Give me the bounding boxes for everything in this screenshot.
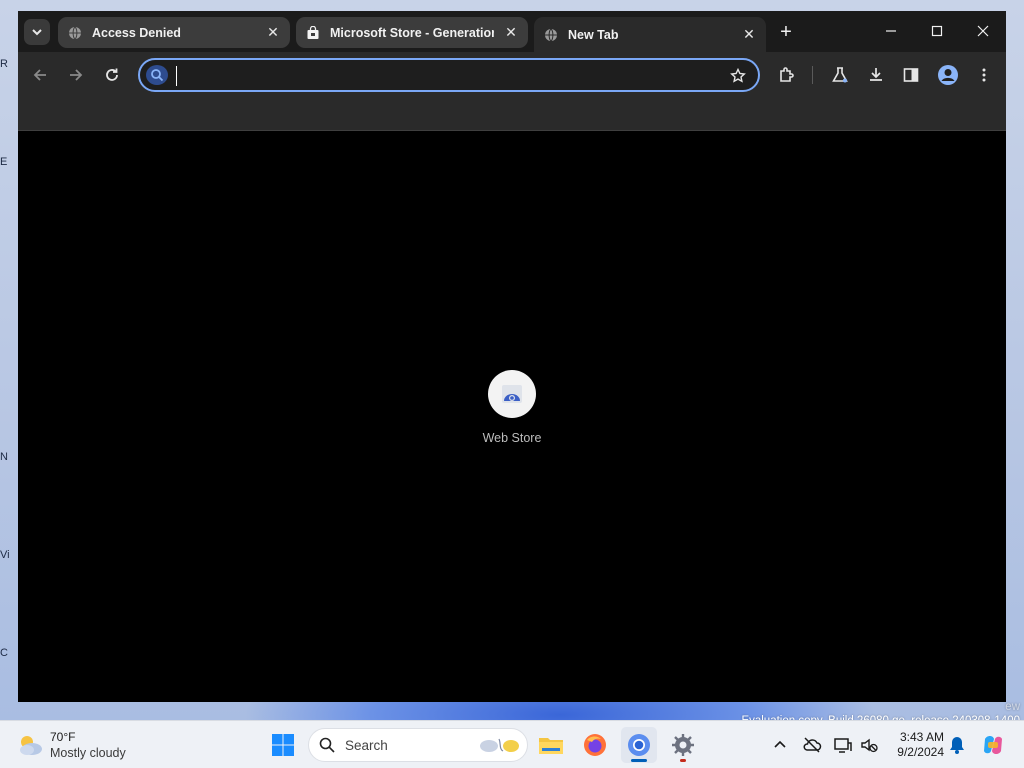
taskbar-firefox[interactable] [577,727,613,763]
store-bag-icon [306,25,320,40]
maximize-button[interactable] [914,15,960,47]
shortcut-web-store[interactable]: Web Store [464,370,560,460]
tab-microsoft-store[interactable]: Microsoft Store - Generation P ✕ [296,17,528,48]
tab-title: New Tab [568,27,619,42]
avatar-icon [938,65,958,85]
chevron-up-icon [774,740,786,748]
side-panel-icon [903,68,919,82]
web-store-icon [488,370,536,418]
text-caret [176,66,177,86]
close-icon [977,25,989,37]
cloudy-icon [20,736,42,755]
desktop-icon-label[interactable]: Vi [0,549,18,569]
browser-toolbar [18,52,1006,96]
search-highlight-icon [480,738,519,752]
bell-icon [950,737,964,754]
download-icon [870,68,882,81]
copilot-icon [984,736,1002,754]
tab-new-tab[interactable]: New Tab ✕ [534,17,766,52]
weather-widget[interactable]: 70°F Mostly cloudy [16,728,166,762]
taskbar-search[interactable]: Search [308,728,528,762]
desktop-icon-label[interactable]: R [0,58,18,78]
cloud-offline-icon [803,737,822,753]
forward-button[interactable] [63,62,89,88]
firefox-icon [584,734,606,756]
close-tab-button[interactable]: ✕ [500,22,522,44]
flask-icon [832,67,848,83]
profile-button[interactable] [935,62,961,88]
tab-title: Microsoft Store - Generation P [330,25,494,40]
bookmark-star-button[interactable] [728,66,748,86]
start-button[interactable] [265,727,301,763]
file-explorer-icon [539,738,563,754]
settings-icon [672,734,694,756]
shortcut-label: Web Store [482,431,542,445]
search-label: Search [345,737,388,753]
globe-icon [544,28,558,42]
globe-icon [68,26,82,40]
network-icon [834,738,852,753]
toolbar-divider [812,66,813,84]
address-bar[interactable] [138,58,760,92]
taskbar-settings[interactable] [665,727,701,763]
arrow-left-icon [33,69,46,81]
tab-strip: Access Denied ✕ Microsoft Store - Genera… [18,11,1006,52]
active-app-indicator [631,759,647,762]
puzzle-icon [780,67,794,82]
notifications-button[interactable] [946,734,968,756]
bookmarks-bar [18,96,1006,131]
close-tab-button[interactable]: ✕ [262,22,284,44]
minimize-icon [886,30,896,32]
reload-button[interactable] [99,62,125,88]
clock-date: 9/2/2024 [897,745,944,759]
new-tab-page: Web Store [18,132,1006,702]
copilot-button[interactable] [980,732,1006,758]
volume-button[interactable] [858,734,880,756]
reload-icon [106,68,118,81]
side-panel-button[interactable] [898,62,924,88]
weather-temperature: 70°F [50,729,76,744]
back-button[interactable] [27,62,53,88]
tab-access-denied[interactable]: Access Denied ✕ [58,17,290,48]
watermark-line-1: ew [1005,701,1020,713]
labs-button[interactable] [827,62,853,88]
close-window-button[interactable] [960,15,1006,47]
minimize-button[interactable] [868,15,914,47]
clock-time: 3:43 AM [899,730,944,744]
show-hidden-icons-button[interactable] [769,734,791,756]
system-clock[interactable]: 3:43 AM 9/2/2024 [886,730,944,760]
windows-start-icon [272,734,294,756]
star-icon [730,68,746,83]
weather-condition: Mostly cloudy [50,745,126,760]
more-vertical-icon [982,68,986,82]
maximize-icon [931,25,943,37]
address-input[interactable] [174,64,714,88]
chrome-icon [628,734,650,756]
extensions-button[interactable] [774,62,800,88]
desktop-icon-label[interactable]: E [0,156,18,176]
speaker-muted-icon [861,738,878,753]
taskbar-chrome[interactable] [621,727,657,763]
browser-window: Access Denied ✕ Microsoft Store - Genera… [18,11,1006,702]
downloads-button[interactable] [863,62,889,88]
close-tab-button[interactable]: ✕ [738,24,760,46]
search-icon [319,737,335,753]
taskbar: 70°F Mostly cloudy Search 3:43 AM 9/2/20… [0,720,1024,768]
search-icon [146,65,168,85]
new-tab-button[interactable]: + [774,20,798,44]
cloud-sync-button[interactable] [801,734,823,756]
desktop-icon-label[interactable]: C [0,647,18,667]
tab-title: Access Denied [92,25,181,40]
tab-search-button[interactable] [24,19,50,45]
app-attention-indicator [680,759,686,762]
arrow-right-icon [70,69,83,81]
menu-button[interactable] [971,62,997,88]
chevron-down-icon [32,29,42,36]
desktop-icon-label[interactable]: N [0,451,18,471]
network-button[interactable] [832,734,854,756]
taskbar-file-explorer[interactable] [533,727,569,763]
